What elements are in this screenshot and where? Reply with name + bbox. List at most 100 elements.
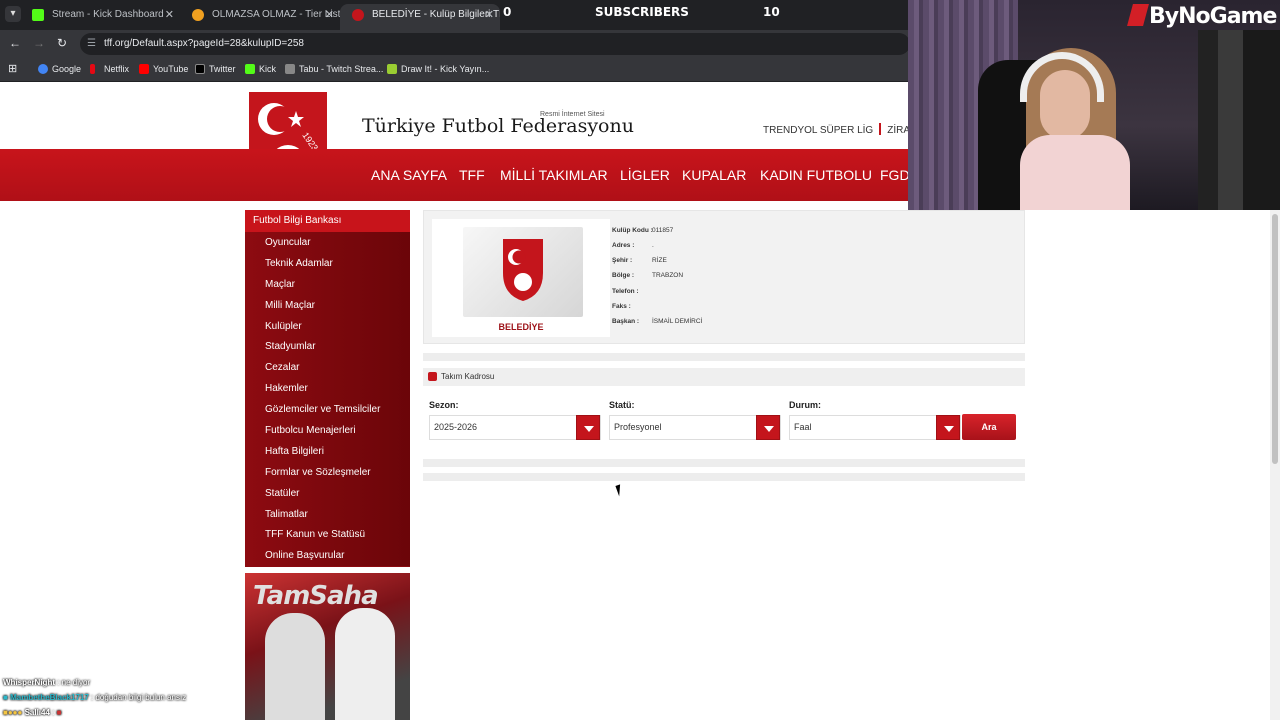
- url-text: tff.org/Default.aspx?pageId=28&kulupID=2…: [104, 38, 304, 49]
- state-value: Faal: [794, 422, 812, 432]
- bookmark-label: Tabu - Twitch Strea...: [299, 64, 384, 74]
- chat-user: MambetheBlack1717: [10, 693, 89, 702]
- sidebar-item-menajerler[interactable]: Futbolcu Menajerleri: [245, 420, 410, 441]
- tamsaha-promo-banner[interactable]: TamSaha: [245, 573, 410, 720]
- tab-tier-list[interactable]: OLMAZSA OLMAZ - Tier List, K ✕: [180, 4, 340, 30]
- sidebar-item-oyuncular[interactable]: Oyuncular: [245, 232, 410, 253]
- player-image: [265, 613, 325, 720]
- info-region: Bölge : TRABZON: [612, 272, 683, 279]
- nav-kupalar[interactable]: KUPALAR: [682, 167, 746, 183]
- info-club-code: Kulüp Kodu :011857: [612, 227, 673, 234]
- reload-icon[interactable]: ↻: [57, 36, 67, 50]
- bookmark-tabu[interactable]: Tabu - Twitch Strea...: [285, 63, 383, 76]
- apps-grid-icon[interactable]: ⊞: [8, 62, 17, 75]
- site-brand: Türkiye Futbol Federasyonu: [362, 115, 634, 137]
- bookmark-draw-it[interactable]: Draw It! - Kick Yayın...: [387, 63, 489, 76]
- sidebar-item-formlar[interactable]: Formlar ve Sözleşmeler: [245, 461, 410, 483]
- netflix-icon: [90, 64, 95, 74]
- draw-it-icon: [387, 64, 397, 74]
- info-label: Başkan :: [612, 318, 640, 325]
- squad-title: Takım Kadrosu: [441, 372, 495, 381]
- bynogame-logo-icon: [1127, 4, 1149, 26]
- close-icon[interactable]: ✕: [165, 4, 174, 26]
- player-image: [335, 608, 395, 720]
- sidebar-item-statuler[interactable]: Statüler: [245, 482, 410, 504]
- sidebar-item-cezalar[interactable]: Cezalar: [245, 357, 410, 379]
- divider: [423, 473, 1025, 481]
- close-icon[interactable]: ✕: [325, 4, 334, 26]
- scrollbar-thumb[interactable]: [1272, 214, 1278, 464]
- close-icon[interactable]: ✕: [485, 4, 494, 26]
- kick-icon: [245, 64, 255, 74]
- kick-icon: [32, 9, 44, 21]
- tff-crest-icon: [503, 239, 543, 301]
- squad-panel: Takım Kadrosu Sezon: 2025-2026 Statü: Pr…: [423, 368, 1025, 454]
- streamer-logo-text: ByNoGame: [1149, 4, 1277, 29]
- x-icon: [195, 64, 205, 74]
- bookmark-label: Google: [52, 64, 82, 74]
- chat-user: WhisperNight: [3, 678, 55, 687]
- page-scrollbar[interactable]: [1270, 210, 1280, 720]
- tab-kick-dashboard[interactable]: Stream - Kick Dashboard ✕: [20, 4, 180, 30]
- sidebar-item-talimatlar[interactable]: Talimatlar: [245, 503, 410, 525]
- sidebar-item-maclar[interactable]: Maçlar: [245, 273, 410, 295]
- bookmark-label: Netflix: [104, 64, 130, 74]
- chevron-down-icon[interactable]: [936, 415, 960, 440]
- bookmark-kick[interactable]: Kick: [245, 63, 276, 76]
- chevron-down-icon[interactable]: [576, 415, 600, 440]
- nav-tff[interactable]: TFF: [459, 167, 485, 183]
- badge-icon: ■: [3, 693, 8, 702]
- divider: [879, 123, 882, 135]
- info-value: İSMAİL DEMİRCİ: [652, 318, 703, 325]
- tff-favicon-icon: [352, 9, 364, 21]
- sidebar-title[interactable]: Futbol Bilgi Bankası: [245, 210, 410, 232]
- sidebar-item-hakemler[interactable]: Hakemler: [245, 378, 410, 400]
- back-arrow-icon[interactable]: ←: [9, 36, 21, 50]
- nav-milli-takimlar[interactable]: MİLLİ TAKIMLAR: [500, 167, 608, 183]
- state-select[interactable]: Faal: [789, 415, 961, 440]
- tab-search-button[interactable]: ▾: [5, 6, 21, 22]
- sidebar-item-gozlemciler[interactable]: Gözlemciler ve Temsilciler: [245, 399, 410, 421]
- forward-arrow-icon[interactable]: →: [33, 36, 45, 50]
- tab-title: Stream - Kick Dashboard: [52, 9, 164, 20]
- info-value: TRABZON: [652, 272, 684, 279]
- nav-fgd[interactable]: FGD: [880, 167, 910, 183]
- nav-ligler[interactable]: LİGLER: [620, 167, 670, 183]
- tab-tff-club[interactable]: BELEDİYE - Kulüp Bilgileri TFF ✕: [340, 4, 500, 30]
- sidebar-item-hafta-bilgileri[interactable]: Hafta Bilgileri: [245, 440, 410, 462]
- address-bar[interactable]: ☰ tff.org/Default.aspx?pageId=28&kulupID…: [80, 33, 910, 55]
- overlay-right-count: 10: [763, 5, 780, 19]
- sidebar-item-teknik-adamlar[interactable]: Teknik Adamlar: [245, 252, 410, 274]
- overlay-left-count: 0: [503, 5, 512, 19]
- info-fax: Faks :: [612, 303, 652, 310]
- streamer-webcam: [908, 0, 1280, 210]
- bookmark-youtube[interactable]: YouTube: [139, 63, 188, 76]
- sidebar-item-kanun[interactable]: TFF Kanun ve Statüsü: [245, 524, 410, 546]
- bookmark-twitter[interactable]: Twitter: [195, 63, 236, 76]
- season-select[interactable]: 2025-2026: [429, 415, 601, 440]
- sidebar-item-stadyumlar[interactable]: Stadyumlar: [245, 336, 410, 358]
- status-label: Statü:: [609, 400, 635, 410]
- search-button[interactable]: Ara: [962, 414, 1016, 440]
- webcam-background: [1198, 30, 1280, 210]
- club-logo-image: [463, 227, 583, 317]
- emote-icon: ■: [56, 708, 62, 717]
- bookmark-netflix[interactable]: Netflix: [90, 63, 129, 76]
- sidebar-item-online-basvurular[interactable]: Online Başvurular: [245, 545, 410, 567]
- chevron-down-icon[interactable]: [756, 415, 780, 440]
- shirt-icon: [428, 372, 437, 381]
- sidebar-item-kulupler[interactable]: Kulüpler: [245, 315, 410, 337]
- info-value: 011857: [652, 227, 674, 234]
- sidebar-item-milli-maclar[interactable]: Milli Maçlar: [245, 294, 410, 316]
- sidebar-menu: Futbol Bilgi Bankası Oyuncular Teknik Ad…: [245, 210, 410, 567]
- site-info-icon[interactable]: ☰: [87, 33, 96, 55]
- status-select[interactable]: Profesyonel: [609, 415, 781, 440]
- nav-kadin-futbolu[interactable]: KADIN FUTBOLU: [760, 167, 872, 183]
- bookmark-label: YouTube: [153, 64, 189, 74]
- divider: [423, 459, 1025, 467]
- top-link-super-lig[interactable]: TRENDYOL SÜPER LİG: [763, 125, 873, 136]
- info-value: .: [652, 242, 654, 249]
- divider: [423, 353, 1025, 361]
- nav-ana-sayfa[interactable]: ANA SAYFA: [371, 167, 447, 183]
- bookmark-google[interactable]: Google: [38, 63, 81, 76]
